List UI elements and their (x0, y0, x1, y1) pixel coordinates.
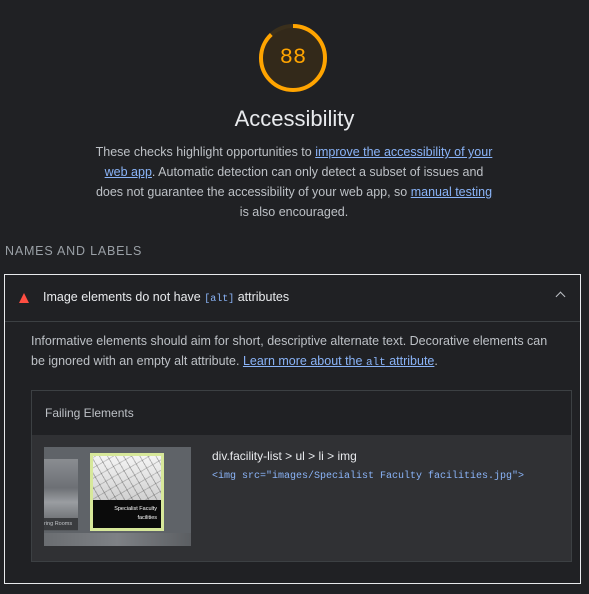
element-snippet[interactable]: <img src="images/Specialist Faculty faci… (212, 471, 524, 482)
highlighted-element: Specialist Faculty facilities (90, 453, 164, 531)
score-gauge: 88 (257, 22, 329, 94)
table-row: ring Rooms Specialist Faculty facilities… (32, 435, 571, 561)
facility-photo (93, 456, 161, 502)
category-description: These checks highlight opportunities to … (92, 142, 496, 222)
audit-desc-end: . (434, 354, 438, 368)
audit-title: Image elements do not have [alt] attribu… (43, 290, 289, 305)
category-desc-text: These checks highlight opportunities to (95, 145, 316, 159)
facility-banner: Specialist Faculty facilities (93, 500, 161, 528)
category-title: Accessibility (234, 106, 355, 131)
audit-image-alt: Image elements do not have [alt] attribu… (4, 274, 581, 584)
banner-line: facilities (137, 515, 157, 521)
audit-description: Informative elements should aim for shor… (31, 331, 561, 373)
thumbnail-bottom-strip (44, 533, 191, 546)
learn-more-link[interactable]: Learn more about the alt attribute (242, 354, 435, 369)
lighthouse-report: 88 Accessibility These checks highlight … (0, 0, 589, 594)
learn-more-text: Learn more about the (242, 354, 366, 368)
audit-title-code: [alt] (204, 294, 235, 305)
learn-more-text: attribute (385, 354, 435, 368)
failing-elements-table: Failing Elements ring Rooms Specialist F… (31, 390, 572, 562)
thumbnail-neighbor-caption: ring Rooms (44, 518, 78, 530)
score-value: 88 (279, 45, 307, 70)
audit-title-text: Image elements do not have (43, 290, 205, 304)
category-desc-text: is also encouraged. (239, 205, 349, 219)
audit-title-text: attributes (234, 290, 290, 304)
element-selector: div.facility-list > ul > li > img (212, 449, 357, 463)
learn-more-code: alt (365, 357, 386, 369)
chevron-up-icon[interactable] (555, 291, 566, 302)
table-header: Failing Elements (45, 406, 134, 420)
group-title: NAMES AND LABELS (5, 244, 143, 258)
element-screenshot-thumbnail: ring Rooms Specialist Faculty facilities (44, 447, 191, 546)
audit-header[interactable]: Image elements do not have [alt] attribu… (5, 275, 580, 322)
manual-testing-link[interactable]: manual testing (411, 185, 492, 199)
fail-triangle-icon (19, 293, 29, 303)
banner-line: Specialist Faculty (114, 506, 157, 512)
